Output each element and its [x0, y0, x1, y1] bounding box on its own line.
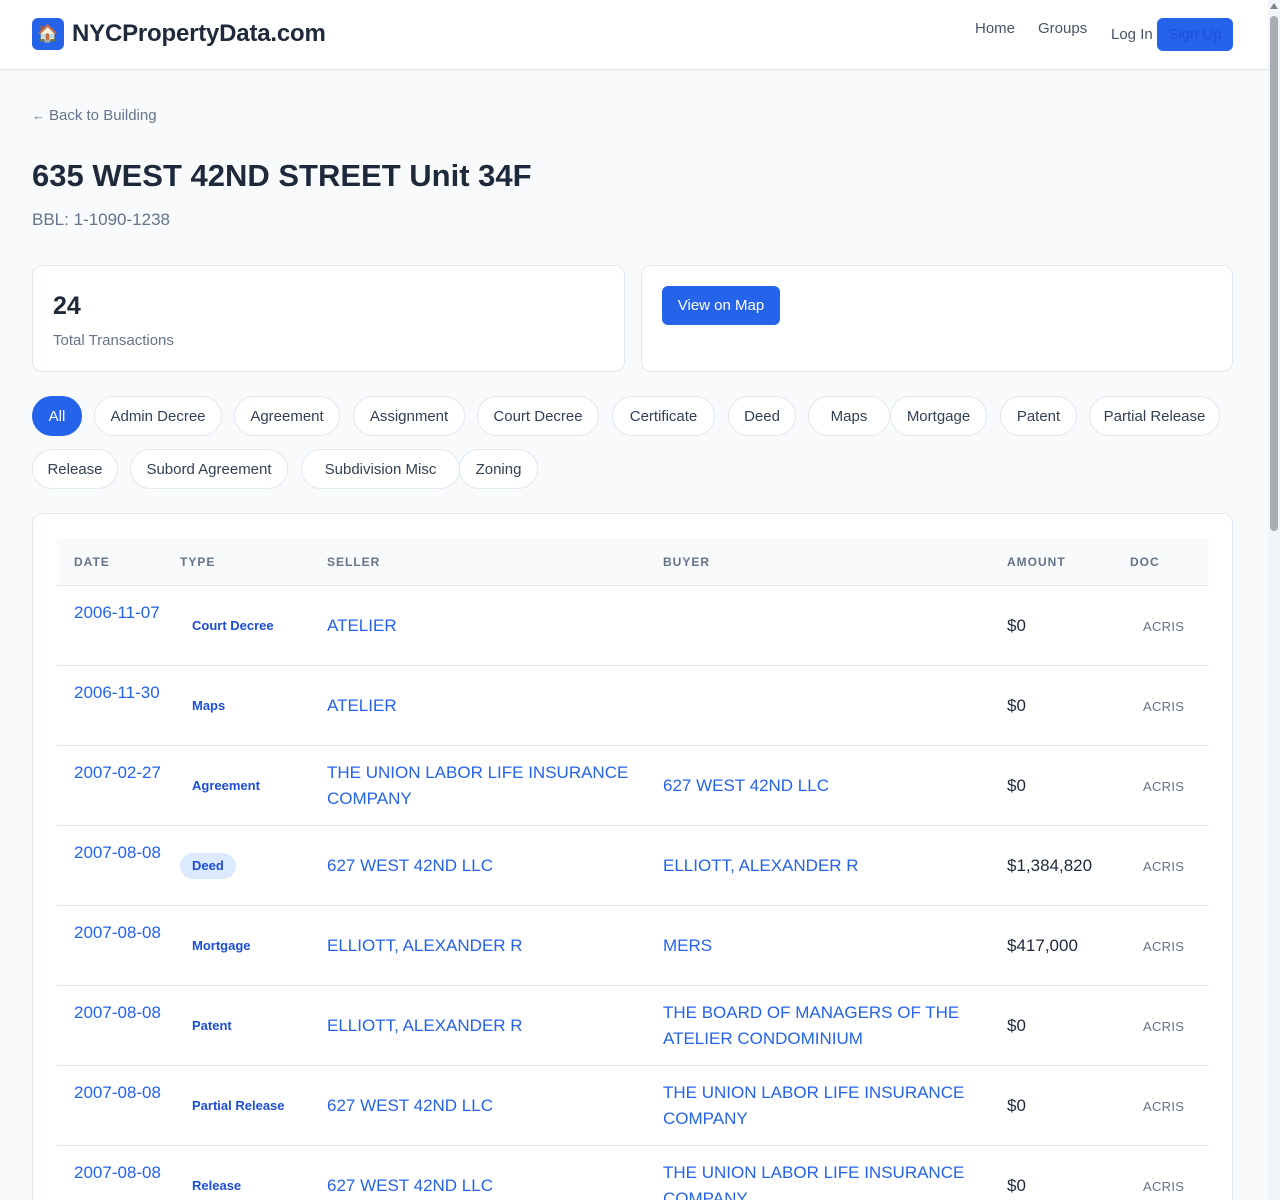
- transaction-amount: $0: [1007, 616, 1026, 635]
- filter-pill-certificate[interactable]: Certificate: [612, 396, 715, 436]
- back-to-building-link[interactable]: ← Back to Building: [32, 107, 157, 124]
- house-icon: 🏠: [32, 18, 64, 50]
- nav-groups-link[interactable]: Groups: [1038, 20, 1087, 37]
- page-scrollbar[interactable]: [1268, 0, 1280, 1200]
- transaction-amount: $0: [1007, 1016, 1026, 1035]
- scroll-thumb[interactable]: [1270, 16, 1278, 531]
- acris-doc-link[interactable]: ACRIS: [1143, 774, 1184, 800]
- transaction-amount: $417,000: [1007, 936, 1078, 955]
- filter-pill-admin-decree[interactable]: Admin Decree: [94, 396, 222, 436]
- filter-pill-agreement[interactable]: Agreement: [234, 396, 340, 436]
- acris-doc-link[interactable]: ACRIS: [1143, 934, 1184, 960]
- scroll-up-icon[interactable]: [1270, 3, 1278, 9]
- transaction-date-link[interactable]: 2007-08-08: [74, 1160, 164, 1186]
- transaction-amount: $0: [1007, 776, 1026, 795]
- table-row: 2007-02-27 Agreement THE UNION LABOR LIFE …: [57, 746, 1209, 826]
- table-row: 2007-08-08 Deed 627 WEST 42ND LLC ELLIOTT, …: [57, 826, 1209, 906]
- transaction-type-badge: Deed: [180, 853, 236, 879]
- bbl-label: BBL: 1-1090-1238: [32, 210, 170, 229]
- filter-pill-release[interactable]: Release: [32, 449, 118, 489]
- filter-pill-zoning[interactable]: Zoning: [459, 449, 538, 489]
- transaction-date-link[interactable]: 2007-08-08: [74, 920, 164, 946]
- table-row: 2007-08-08 Release 627 WEST 42ND LLC THE UN…: [57, 1146, 1209, 1200]
- seller-link[interactable]: 627 WEST 42ND LLC: [327, 1093, 637, 1119]
- filter-pill-partial-release[interactable]: Partial Release: [1089, 396, 1220, 436]
- table-header: DATE TYPE SELLER BUYER AMOUNT DOC: [57, 538, 1209, 586]
- transaction-date-link[interactable]: 2007-08-08: [74, 1000, 164, 1026]
- table-row: 2007-08-08 Mortgage ELLIOTT, ALEXANDER R ME…: [57, 906, 1209, 986]
- login-link[interactable]: Log In: [1111, 26, 1153, 43]
- transaction-type-badge: Maps: [192, 698, 226, 713]
- transaction-date-link[interactable]: 2007-08-08: [74, 840, 164, 866]
- filter-pill-deed[interactable]: Deed: [728, 396, 796, 436]
- filter-pill-subdivision-misc[interactable]: Subdivision Misc: [301, 449, 460, 489]
- acris-doc-link[interactable]: ACRIS: [1143, 1174, 1184, 1200]
- column-header-amount[interactable]: AMOUNT: [1007, 555, 1066, 569]
- filter-pill-subord-agreement[interactable]: Subord Agreement: [130, 449, 288, 489]
- page-title: 635 WEST 42ND STREET Unit 34F: [32, 158, 532, 193]
- buyer-link[interactable]: THE UNION LABOR LIFE INSURANCE COMPANY: [663, 1080, 973, 1132]
- transactions-stat-card: 24 Total Transactions: [32, 265, 625, 372]
- total-transactions-label: Total Transactions: [53, 332, 174, 349]
- transaction-type-badge: Partial Release: [192, 1098, 285, 1113]
- acris-doc-link[interactable]: ACRIS: [1143, 854, 1184, 880]
- transaction-date-link[interactable]: 2006-11-07: [74, 600, 164, 626]
- filter-pill-all[interactable]: All: [32, 396, 82, 436]
- column-header-seller[interactable]: SELLER: [327, 555, 380, 569]
- nav-home-link[interactable]: Home: [975, 20, 1015, 37]
- buyer-link[interactable]: 627 WEST 42ND LLC: [663, 773, 973, 799]
- transaction-type-badge: Agreement: [192, 778, 260, 793]
- seller-link[interactable]: 627 WEST 42ND LLC: [327, 853, 637, 879]
- transaction-amount: $0: [1007, 1176, 1026, 1195]
- seller-link[interactable]: ATELIER: [327, 693, 637, 719]
- transaction-amount: $0: [1007, 696, 1026, 715]
- column-header-buyer[interactable]: BUYER: [663, 555, 710, 569]
- table-row: 2007-08-08 Partial Release 627 WEST 42ND L…: [57, 1066, 1209, 1146]
- brand-name: NYCPropertyData.com: [72, 20, 326, 47]
- buyer-link[interactable]: THE UNION LABOR LIFE INSURANCE COMPANY: [663, 1160, 973, 1200]
- arrow-left-icon: ←: [32, 108, 45, 123]
- buyer-link[interactable]: MERS: [663, 933, 973, 959]
- filter-pill-mortgage[interactable]: Mortgage: [890, 396, 987, 436]
- seller-link[interactable]: 627 WEST 42ND LLC: [327, 1173, 637, 1199]
- seller-link[interactable]: ELLIOTT, ALEXANDER R: [327, 933, 637, 959]
- acris-doc-link[interactable]: ACRIS: [1143, 1094, 1184, 1120]
- signup-button[interactable]: Sign Up: [1157, 18, 1233, 51]
- acris-doc-link[interactable]: ACRIS: [1143, 614, 1184, 640]
- map-card: View on Map: [641, 265, 1233, 372]
- transactions-table: DATE TYPE SELLER BUYER AMOUNT DOC 2006-1…: [32, 513, 1233, 1200]
- transaction-date-link[interactable]: 2007-02-27: [74, 760, 164, 786]
- transaction-date-link[interactable]: 2007-08-08: [74, 1080, 164, 1106]
- view-on-map-button[interactable]: View on Map: [662, 286, 780, 325]
- filter-pill-assignment[interactable]: Assignment: [353, 396, 465, 436]
- filter-pill-maps[interactable]: Maps: [808, 396, 890, 436]
- table-row: 2006-11-07 Court Decree ATELIER $0 ACRIS: [57, 586, 1209, 666]
- table-row: 2007-08-08 Patent ELLIOTT, ALEXANDER R THE …: [57, 986, 1209, 1066]
- seller-link[interactable]: ELLIOTT, ALEXANDER R: [327, 1013, 637, 1039]
- seller-link[interactable]: THE UNION LABOR LIFE INSURANCE COMPANY: [327, 760, 637, 812]
- column-header-date[interactable]: DATE: [74, 555, 110, 569]
- buyer-link[interactable]: THE BOARD OF MANAGERS OF THE ATELIER CON…: [663, 1000, 973, 1052]
- table-row: 2006-11-30 Maps ATELIER $0 ACRIS: [57, 666, 1209, 746]
- column-header-doc: DOC: [1130, 555, 1160, 569]
- site-logo[interactable]: 🏠 NYCPropertyData.com: [32, 18, 326, 50]
- filter-pill-court-decree[interactable]: Court Decree: [477, 396, 599, 436]
- total-transactions-value: 24: [53, 292, 81, 320]
- transaction-amount: $1,384,820: [1007, 856, 1093, 875]
- acris-doc-link[interactable]: ACRIS: [1143, 1014, 1184, 1040]
- transaction-type-badge: Court Decree: [192, 618, 274, 633]
- transaction-amount: $0: [1007, 1096, 1026, 1115]
- site-header: 🏠 NYCPropertyData.com Home Groups Log In…: [0, 0, 1268, 70]
- buyer-link[interactable]: ELLIOTT, ALEXANDER R: [663, 853, 973, 879]
- transaction-type-badge: Mortgage: [192, 938, 251, 953]
- transaction-type-badge: Patent: [192, 1018, 232, 1033]
- acris-doc-link[interactable]: ACRIS: [1143, 694, 1184, 720]
- filter-pill-patent[interactable]: Patent: [1000, 396, 1077, 436]
- transaction-type-badge: Release: [192, 1178, 242, 1193]
- back-link-label: Back to Building: [49, 107, 157, 124]
- seller-link[interactable]: ATELIER: [327, 613, 637, 639]
- transaction-date-link[interactable]: 2006-11-30: [74, 680, 164, 706]
- column-header-type[interactable]: TYPE: [180, 555, 215, 569]
